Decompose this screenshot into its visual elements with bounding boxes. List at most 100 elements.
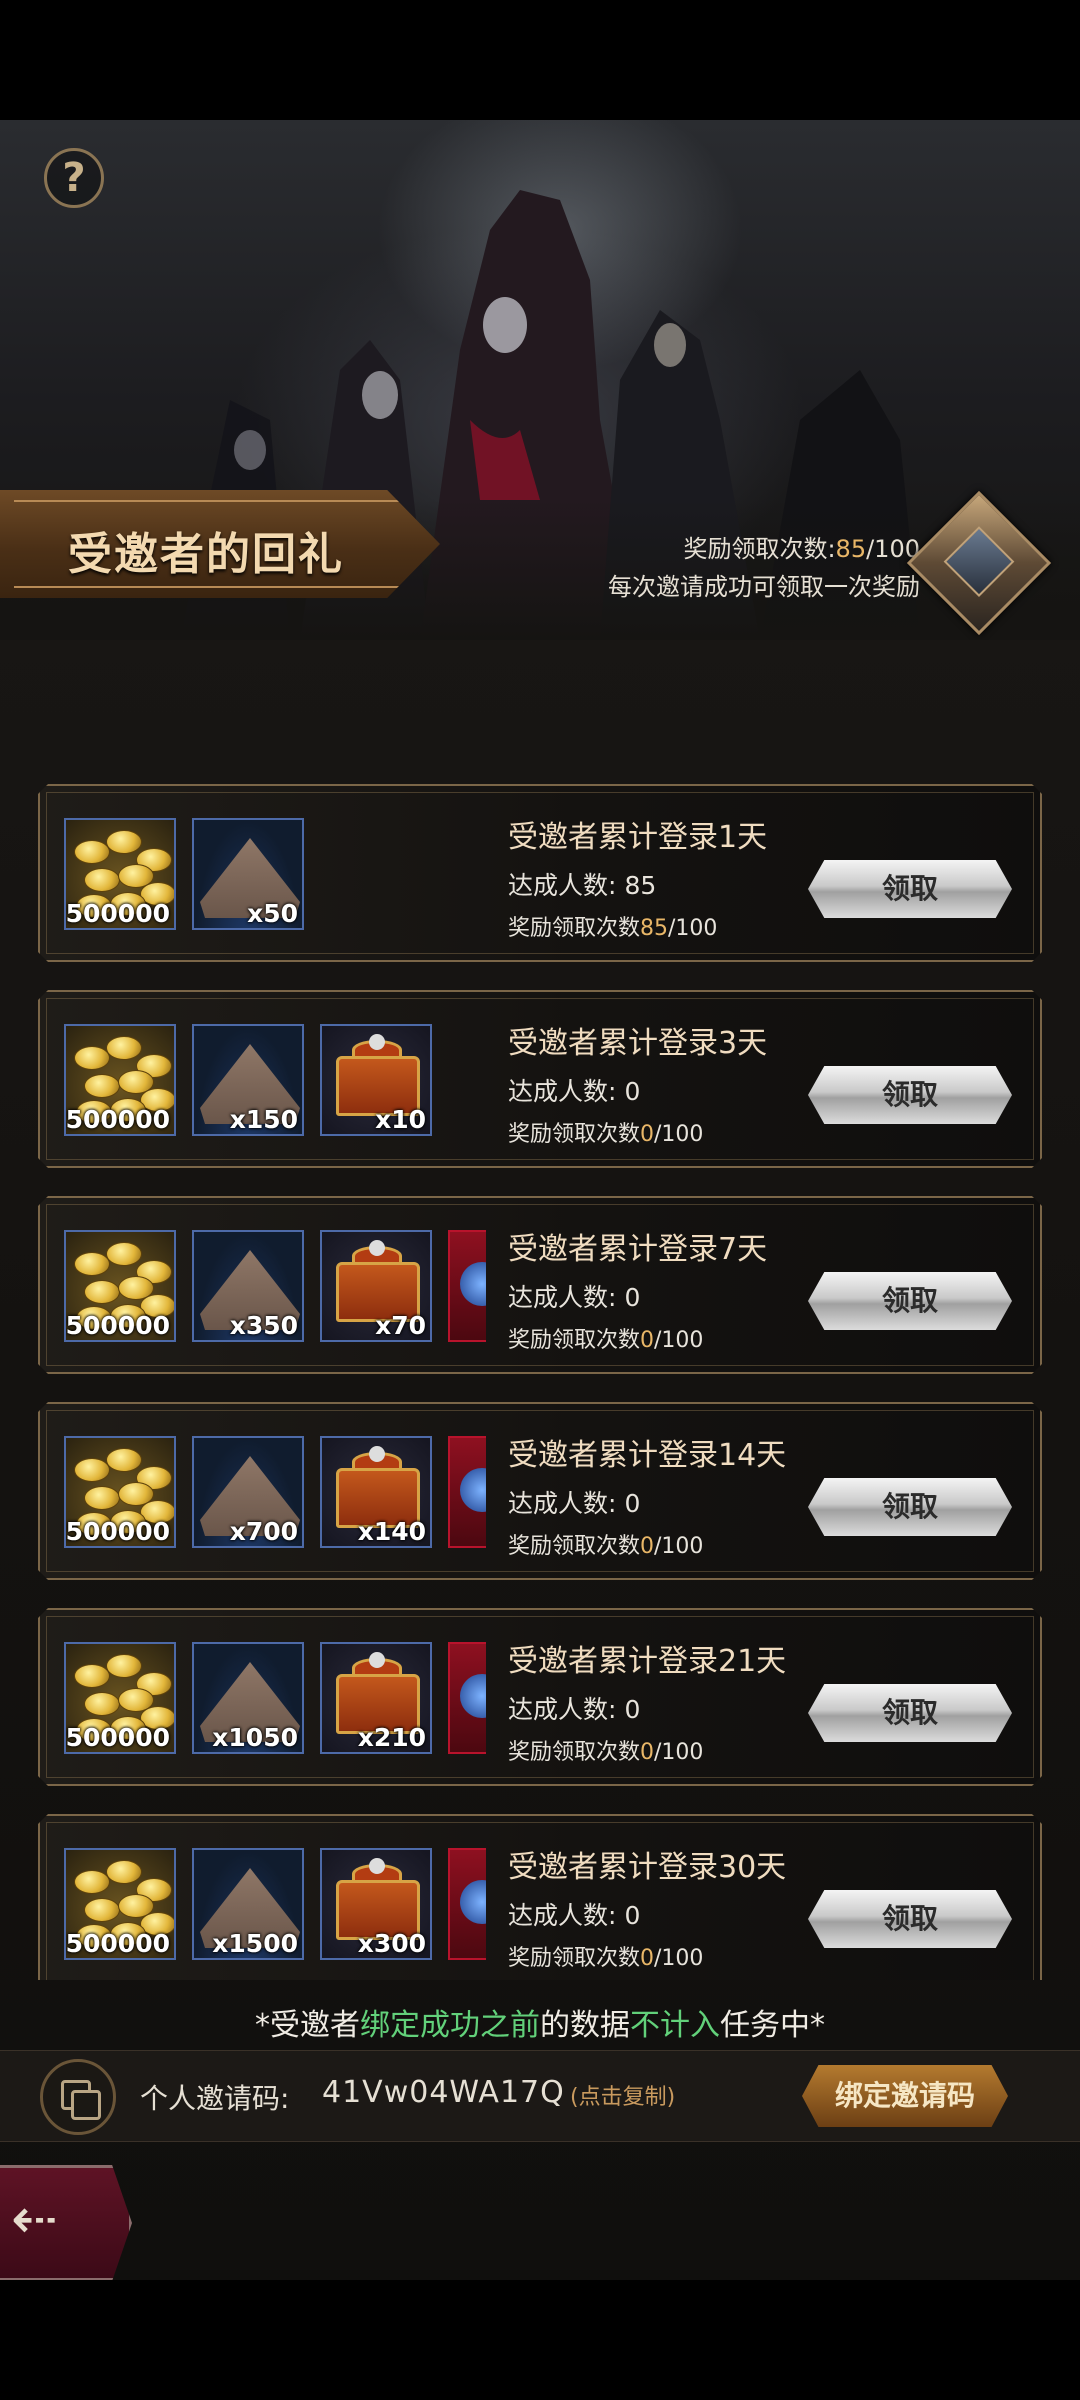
- crystal-reward-icon[interactable]: [448, 1230, 486, 1342]
- claimed-count: 奖励领取次数0/100: [508, 1116, 767, 1148]
- invite-bar: 个人邀请码: 41Vw04WA17Q (点击复制) 绑定邀请码: [0, 2050, 1080, 2142]
- claimed-value: 85: [640, 916, 669, 941]
- task-info: 受邀者累计登录14天 达成人数: 0 奖励领取次数0/100: [508, 1430, 786, 1560]
- achieved-value: 0: [624, 1489, 641, 1518]
- gold-reward-icon[interactable]: x500000: [64, 818, 176, 930]
- task-info: 受邀者累计登录30天 达成人数: 0 奖励领取次数0/100: [508, 1842, 786, 1972]
- reward-count: x500000: [65, 1517, 170, 1546]
- reward-list[interactable]: x500000x50受邀者累计登录1天达成人数:85奖励领取次数85/100领取…: [38, 660, 1042, 1980]
- footer-note-highlight: 绑定成功之前: [360, 2008, 540, 2043]
- claimed-count: 奖励领取次数0/100: [508, 1734, 786, 1766]
- claim-count-line: 奖励领取次数:85/100: [608, 530, 920, 568]
- claim-button[interactable]: 领取: [808, 1272, 1012, 1330]
- copy-hint-link[interactable]: (点击复制): [570, 2079, 675, 2111]
- copy-icon[interactable]: [40, 2059, 116, 2135]
- reward-items: x500000 x1050 x210: [64, 1642, 486, 1760]
- claimed-label: 奖励领取次数: [508, 916, 641, 941]
- reward-items: x500000 x1500 x300: [64, 1848, 486, 1966]
- reward-count: x210: [357, 1723, 426, 1752]
- task-info: 受邀者累计登录3天 达成人数: 0 奖励领取次数0/100: [508, 1018, 767, 1148]
- achieved-label: 达成人数:: [508, 1695, 617, 1724]
- reward-row: x500000x1500x300受邀者累计登录30天达成人数:0奖励领取次数0/…: [38, 1814, 1042, 1980]
- claimed-label: 奖励领取次数: [508, 1740, 641, 1765]
- reward-count: x140: [357, 1517, 426, 1546]
- claim-button[interactable]: 领取: [808, 1478, 1012, 1536]
- claimed-total: /100: [668, 916, 718, 941]
- achieved-value: 85: [624, 871, 657, 900]
- claim-button[interactable]: 领取: [808, 860, 1012, 918]
- reward-count: x700: [229, 1517, 298, 1546]
- chest-reward-icon[interactable]: x210: [320, 1642, 432, 1754]
- crystal-reward-icon[interactable]: [448, 1436, 486, 1548]
- claim-button[interactable]: 领取: [808, 1684, 1012, 1742]
- reward-row: x500000x700x140受邀者累计登录14天达成人数:0奖励领取次数0/1…: [38, 1402, 1042, 1580]
- invite-code[interactable]: 41Vw04WA17Q: [322, 2075, 565, 2110]
- reward-count: x500000: [65, 1929, 170, 1958]
- reward-row: x500000x350x70受邀者累计登录7天达成人数:0奖励领取次数0/100…: [38, 1196, 1042, 1374]
- chest-reward-icon[interactable]: x140: [320, 1436, 432, 1548]
- reward-items: x500000 x50: [64, 818, 486, 936]
- reward-count: x500000: [65, 1105, 170, 1134]
- claimed-total: /100: [654, 1328, 704, 1353]
- achieved-count: 达成人数: 0: [508, 1278, 767, 1314]
- achieved-label: 达成人数:: [508, 1489, 617, 1518]
- reward-row: x500000x1050x210受邀者累计登录21天达成人数:0奖励领取次数0/…: [38, 1608, 1042, 1786]
- crystal-reward-icon[interactable]: [448, 1642, 486, 1754]
- task-info: 受邀者累计登录21天 达成人数: 0 奖励领取次数0/100: [508, 1636, 786, 1766]
- dust-reward-icon[interactable]: x50: [192, 818, 304, 930]
- task-title: 受邀者累计登录14天: [508, 1438, 787, 1473]
- achieved-value: 0: [624, 1077, 641, 1106]
- chest-reward-icon[interactable]: x70: [320, 1230, 432, 1342]
- chest-reward-icon[interactable]: x10: [320, 1024, 432, 1136]
- crystal-reward-icon[interactable]: [448, 1848, 486, 1960]
- claimed-label: 奖励领取次数: [508, 1534, 641, 1559]
- achieved-value: 0: [624, 1283, 641, 1312]
- gold-reward-icon[interactable]: x500000: [64, 1642, 176, 1754]
- dust-reward-icon[interactable]: x350: [192, 1230, 304, 1342]
- achieved-count: 达成人数: 0: [508, 1896, 786, 1932]
- reward-count: x1050: [212, 1723, 298, 1752]
- hero-banner: ? 受邀者的回礼 奖励领取次数:85/100 每次邀请成功可领取一次奖励: [0, 120, 1080, 640]
- task-title: 受邀者累计登录1天: [508, 820, 768, 855]
- dust-reward-icon[interactable]: x700: [192, 1436, 304, 1548]
- task-info: 受邀者累计登录7天 达成人数: 0 奖励领取次数0/100: [508, 1224, 767, 1354]
- claimed-value: 0: [640, 1328, 655, 1353]
- invite-code-label: 个人邀请码:: [140, 2082, 290, 2115]
- chest-reward-icon[interactable]: x300: [320, 1848, 432, 1960]
- gold-reward-icon[interactable]: x500000: [64, 1848, 176, 1960]
- achieved-value: 0: [624, 1901, 641, 1930]
- bind-invite-code-button[interactable]: 绑定邀请码: [802, 2065, 1008, 2127]
- claimed-value: 0: [640, 1740, 655, 1765]
- footer-note-highlight: 不计入: [630, 2008, 720, 2043]
- reward-count: x500000: [65, 899, 170, 928]
- claimed-total: /100: [654, 1946, 704, 1971]
- gold-reward-icon[interactable]: x500000: [64, 1024, 176, 1136]
- achieved-count: 达成人数: 85: [508, 866, 767, 902]
- achieved-label: 达成人数:: [508, 1901, 617, 1930]
- reward-count: x500000: [65, 1723, 170, 1752]
- claim-button[interactable]: 领取: [808, 1066, 1012, 1124]
- reward-count: x50: [247, 899, 298, 928]
- gold-reward-icon[interactable]: x500000: [64, 1230, 176, 1342]
- back-button[interactable]: ⇠: [0, 2165, 132, 2280]
- help-icon[interactable]: ?: [44, 148, 104, 208]
- dust-reward-icon[interactable]: x150: [192, 1024, 304, 1136]
- claim-button[interactable]: 领取: [808, 1890, 1012, 1948]
- achieved-count: 达成人数: 0: [508, 1690, 786, 1726]
- dust-reward-icon[interactable]: x1050: [192, 1642, 304, 1754]
- dust-reward-icon[interactable]: x1500: [192, 1848, 304, 1960]
- claim-note: 每次邀请成功可领取一次奖励: [608, 573, 920, 601]
- reward-items: x500000 x700 x140: [64, 1436, 486, 1554]
- claimed-label: 奖励领取次数: [508, 1946, 641, 1971]
- reward-count: x10: [375, 1105, 426, 1134]
- footer-note-part: 的数据: [540, 2008, 630, 2043]
- reward-row: x500000 x150 x10 受邀者累计登录3天达成人数:0 奖励领取次数0/100…: [38, 990, 1042, 1168]
- gold-reward-icon[interactable]: x500000: [64, 1436, 176, 1548]
- task-title: 受邀者累计登录21天: [508, 1644, 787, 1679]
- claimed-label: 奖励领取次数: [508, 1328, 641, 1353]
- task-title: 受邀者累计登录3天: [508, 1026, 768, 1061]
- claim-count-label: 奖励领取次数:: [683, 535, 836, 563]
- reward-items: x500000 x350 x70: [64, 1230, 486, 1348]
- achieved-count: 达成人数: 0: [508, 1072, 767, 1108]
- reward-count: x70: [375, 1311, 426, 1340]
